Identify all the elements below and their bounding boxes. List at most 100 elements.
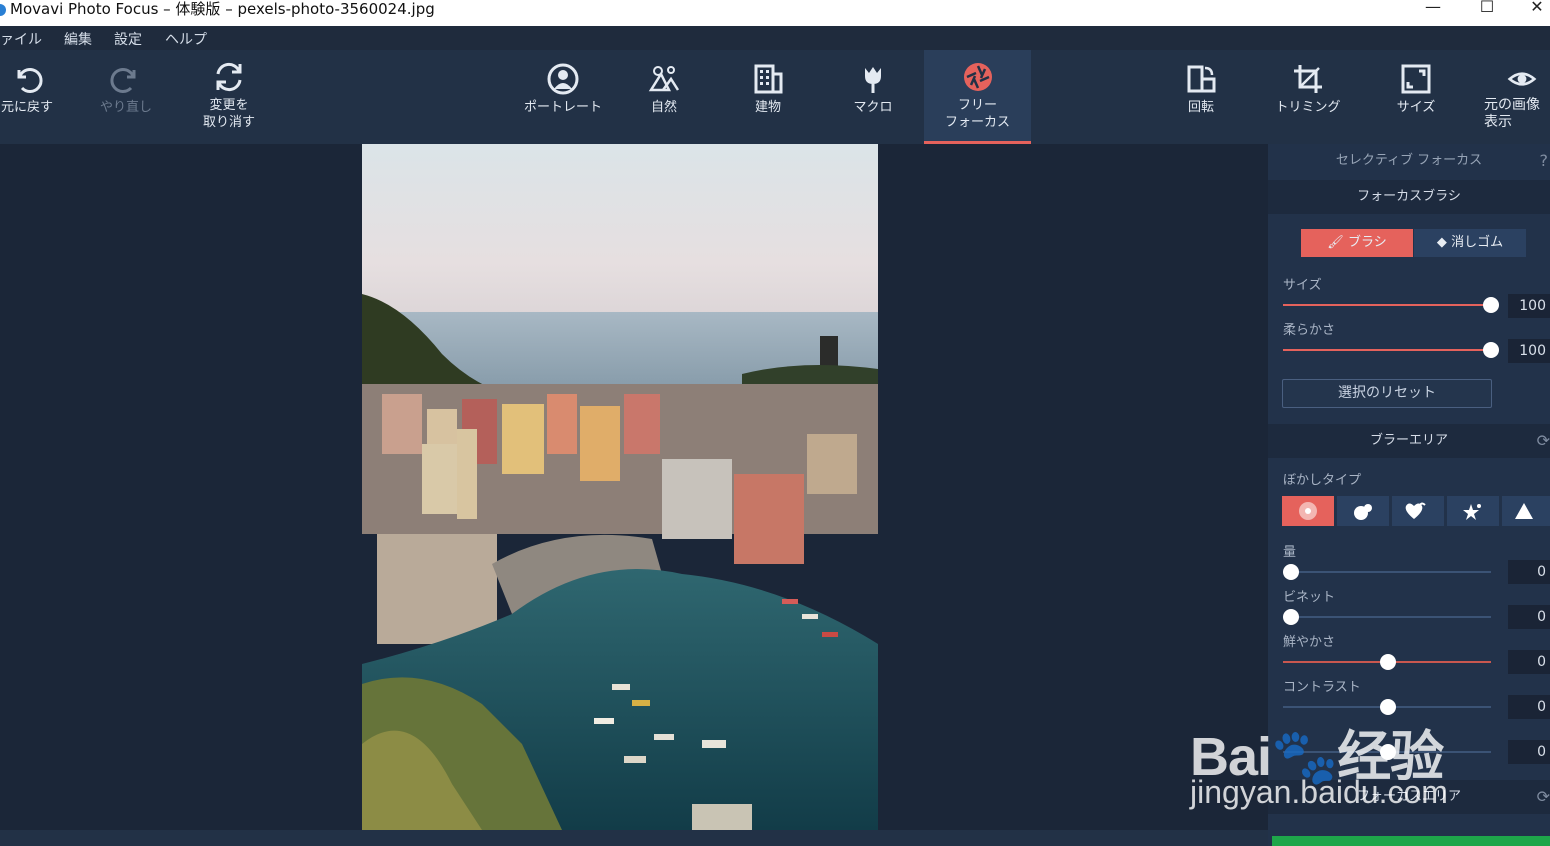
photo-image — [362, 144, 878, 830]
vibrance-slider-handle[interactable] — [1380, 654, 1396, 670]
image-canvas[interactable] — [0, 144, 1268, 830]
resize-button[interactable]: サイズ — [1384, 50, 1448, 144]
vignette-slider-handle[interactable] — [1283, 609, 1299, 625]
amount-slider[interactable] — [1283, 564, 1491, 580]
focus-area-refresh-icon[interactable]: ⟳ — [1537, 780, 1550, 814]
hearts-icon — [1405, 502, 1426, 519]
refresh-icon — [216, 62, 242, 92]
softness-label: 柔らかさ — [1283, 323, 1336, 338]
vignette-value-field[interactable]: 0 — [1508, 605, 1550, 629]
blur-type-triangles[interactable] — [1502, 496, 1550, 526]
menu-edit[interactable]: 編集 — [64, 29, 92, 49]
vibrance-value-field[interactable]: 0 — [1508, 650, 1550, 674]
resize-label: サイズ — [1396, 100, 1436, 115]
vibrance-label: 鮮やかさ — [1283, 635, 1336, 650]
size-slider[interactable] — [1283, 297, 1499, 313]
focus-brush-title: フォーカスブラシ — [1357, 189, 1461, 204]
bottom-bar — [0, 830, 1268, 846]
refresh-icon[interactable]: ⟳ — [1537, 424, 1550, 458]
crop-icon — [1294, 65, 1322, 93]
contrast-value-field[interactable]: 0 — [1508, 695, 1550, 719]
resize-icon — [1401, 64, 1431, 94]
show-original-button[interactable]: 元の画像 表示 — [1482, 50, 1550, 144]
focus-brush-header: フォーカスブラシ — [1268, 180, 1550, 214]
softness-slider[interactable] — [1283, 342, 1499, 358]
building-button[interactable]: 建物 — [736, 50, 800, 144]
menu-bar: ァイル 編集 設定 ヘルプ — [0, 26, 1550, 50]
save-button[interactable] — [1272, 836, 1550, 846]
reset-changes-label: 変更を 取り消す — [202, 98, 255, 130]
reset-changes-button[interactable]: 変更を 取り消す — [196, 50, 262, 144]
building-icon — [754, 64, 783, 94]
softness-value-field[interactable]: 100 — [1508, 339, 1550, 363]
stars-icon — [1463, 504, 1481, 520]
blur-type-stars[interactable] — [1447, 496, 1499, 526]
blur-area-title: ブラーエリア — [1369, 433, 1448, 448]
blur-type-radial[interactable] — [1282, 496, 1334, 526]
portrait-label: ポートレート — [523, 100, 602, 115]
menu-help[interactable]: ヘルプ — [165, 29, 207, 49]
eye-icon — [1507, 72, 1537, 86]
brush-tab[interactable]: 🖌 ブラシ — [1301, 229, 1413, 257]
toolbar: 元に戻す やり直し 変更を 取り消す ポートレート 自然 建物 マクロ フリー … — [0, 50, 1550, 144]
blur-area-header: ブラーエリア ⟳ — [1268, 424, 1550, 458]
help-icon[interactable]: ? — [1540, 144, 1549, 178]
blur-type-hearts[interactable] — [1392, 496, 1444, 526]
photo-preview[interactable] — [362, 144, 878, 830]
eraser-tab[interactable]: ◆ 消しゴム — [1414, 229, 1526, 257]
size-label: サイズ — [1283, 278, 1322, 293]
softness-slider-handle[interactable] — [1483, 342, 1499, 358]
vibrance-slider[interactable] — [1283, 654, 1491, 670]
size-slider-fill — [1283, 304, 1491, 306]
radial-blur-icon — [1299, 502, 1317, 520]
amount-slider-handle[interactable] — [1283, 564, 1299, 580]
free-focus-button[interactable]: フリー フォーカス — [924, 50, 1031, 144]
macro-label: マクロ — [853, 100, 893, 115]
aperture-icon — [963, 63, 992, 91]
vignette-label: ビネット — [1283, 590, 1336, 605]
undo-icon — [17, 68, 43, 93]
selective-focus-title: セレクティブ フォーカス — [1335, 153, 1483, 168]
portrait-icon — [547, 63, 579, 95]
undo-label: 元に戻す — [0, 100, 53, 115]
app-logo-icon — [0, 4, 6, 16]
watermark-url: jingyan.baidu.com — [1190, 774, 1448, 810]
nature-icon — [648, 66, 680, 92]
maximize-button[interactable]: ☐ — [1462, 0, 1512, 22]
eraser-icon: ◆ — [1436, 235, 1447, 250]
minimize-button[interactable]: — — [1408, 0, 1458, 22]
close-button[interactable]: ✕ — [1512, 0, 1550, 22]
baidu-watermark: Bai🐾经验 jingyan.baidu.com — [1190, 700, 1490, 820]
size-value-field[interactable]: 100 — [1508, 294, 1550, 318]
amount-value-field[interactable]: 0 — [1508, 560, 1550, 584]
circles-icon — [1354, 504, 1372, 520]
triangles-icon — [1515, 503, 1533, 519]
rotate-button[interactable]: 回転 — [1170, 50, 1232, 144]
reset-selection-button[interactable]: 選択のリセット — [1282, 379, 1492, 408]
softness-slider-fill — [1283, 349, 1491, 351]
size-slider-handle[interactable] — [1483, 297, 1499, 313]
eraser-label: 消しゴム — [1451, 235, 1504, 250]
nature-label: 自然 — [650, 100, 677, 115]
redo-icon — [110, 68, 136, 93]
tulip-icon — [865, 67, 881, 93]
building-label: 建物 — [754, 100, 781, 115]
macro-button[interactable]: マクロ — [840, 50, 906, 144]
brush-icon: 🖌 — [1327, 235, 1344, 250]
selective-focus-header: セレクティブ フォーカス ? — [1268, 144, 1550, 178]
undo-button[interactable]: 元に戻す — [0, 50, 58, 144]
blur-type-circles[interactable] — [1337, 496, 1389, 526]
extra-value-field[interactable]: 0 — [1508, 740, 1550, 764]
show-original-label: 元の画像 表示 — [1484, 97, 1540, 130]
vignette-slider[interactable] — [1283, 609, 1491, 625]
portrait-button[interactable]: ポートレート — [512, 50, 614, 144]
crop-button[interactable]: トリミング — [1266, 50, 1350, 144]
menu-settings[interactable]: 設定 — [114, 29, 142, 49]
crop-label: トリミング — [1275, 100, 1341, 115]
nature-button[interactable]: 自然 — [632, 50, 696, 144]
window-title: Movavi Photo Focus – 体験版 – pexels-photo-… — [10, 0, 435, 18]
redo-label: やり直し — [99, 100, 152, 115]
title-bar: Movavi Photo Focus – 体験版 – pexels-photo-… — [0, 0, 1550, 26]
menu-file[interactable]: ァイル — [0, 29, 42, 49]
redo-button[interactable]: やり直し — [94, 50, 158, 144]
